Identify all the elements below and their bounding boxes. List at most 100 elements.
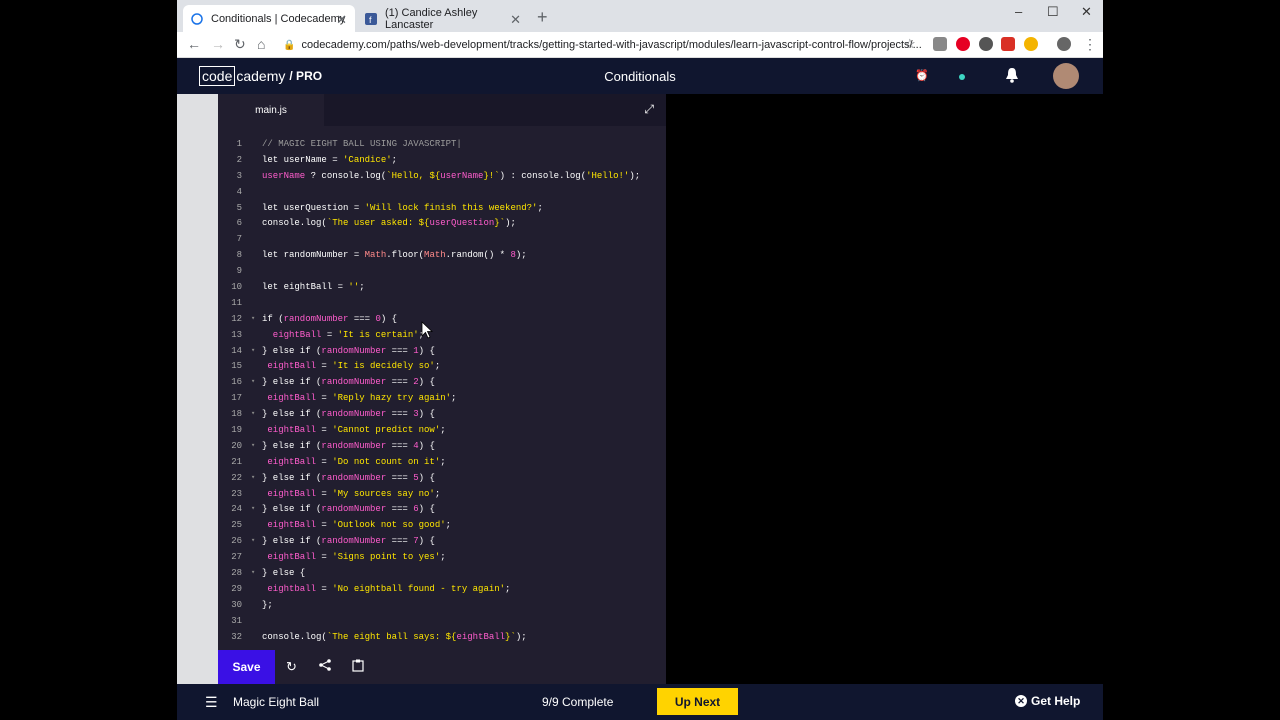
menu-icon[interactable]: ☰ xyxy=(205,694,218,711)
home-icon[interactable]: ⌂ xyxy=(257,36,265,52)
copy-to-clipboard-icon[interactable] xyxy=(352,659,364,675)
save-button[interactable]: Save xyxy=(218,650,275,684)
notification-bell-icon[interactable] xyxy=(1005,67,1019,88)
code-line[interactable]: 26 ▾} else if (randomNumber === 7) { xyxy=(218,534,666,550)
code-line[interactable]: 30}; xyxy=(218,598,666,614)
extension-icon[interactable] xyxy=(979,37,993,51)
code-token: = xyxy=(332,282,349,293)
close-window-icon[interactable]: ✕ xyxy=(1081,4,1092,20)
code-line[interactable]: 22 ▾} else if (randomNumber === 5) { xyxy=(218,471,666,487)
code-line[interactable]: 29 eightball = 'No eightball found - try… xyxy=(218,582,666,598)
reload-icon[interactable]: ↻ xyxy=(234,36,246,53)
code-token: eightball xyxy=(262,583,317,594)
tab-conditionals[interactable]: Conditionals | Codecademy ✕ xyxy=(183,5,355,32)
fold-arrow-icon[interactable]: ▾ xyxy=(251,502,255,518)
fold-arrow-icon[interactable]: ▾ xyxy=(251,344,255,360)
line-number: 18 xyxy=(231,409,242,420)
code-line[interactable]: 12 ▾ if (randomNumber === 0) { xyxy=(218,312,666,328)
share-icon[interactable] xyxy=(319,659,331,674)
code-line[interactable]: 15 eightBall = 'It is decidely so'; xyxy=(218,359,666,375)
menu-dots-icon[interactable]: ⋮ xyxy=(1083,36,1097,53)
code-line[interactable]: 23 eightBall = 'My sources say no'; xyxy=(218,487,666,503)
up-next-button[interactable]: Up Next xyxy=(657,688,738,715)
extension-icon[interactable] xyxy=(933,37,947,51)
close-tab-icon[interactable]: ✕ xyxy=(510,12,521,28)
code-token: 'Cannot predict now' xyxy=(332,425,441,436)
code-token: userName xyxy=(440,170,484,181)
code-line[interactable]: 3 userName ? console.log(`Hello, ${userNa… xyxy=(218,169,666,185)
code-line[interactable]: 8 let randomNumber = Math.floor(Math.rand… xyxy=(218,248,666,264)
code-text: } else if (randomNumber === 2) { xyxy=(262,375,435,391)
code-line[interactable]: 13 eightBall = 'It is certain'; xyxy=(218,328,666,344)
extension-icon[interactable] xyxy=(1024,37,1038,51)
instructions-panel-collapsed[interactable] xyxy=(177,94,218,684)
code-line[interactable]: 6 console.log(`The user asked: ${userQues… xyxy=(218,216,666,232)
address-bar[interactable]: 🔒 codecademy.com/paths/web-development/t… xyxy=(277,35,1037,55)
bookmark-star-icon[interactable]: ☆ xyxy=(904,36,916,52)
expand-icon[interactable]: ⤢ xyxy=(644,102,654,117)
code-text: eightBall = 'It is certain'; xyxy=(262,328,424,344)
code-line[interactable]: 4 xyxy=(218,185,666,201)
code-line[interactable]: 28 ▾} else { xyxy=(218,566,666,582)
fold-arrow-icon[interactable]: ▾ xyxy=(251,566,255,582)
forward-icon[interactable]: → xyxy=(211,36,225,52)
alarm-icon[interactable]: ⏰ xyxy=(915,69,929,82)
back-icon[interactable]: ← xyxy=(187,36,201,52)
fold-arrow-icon[interactable]: ▾ xyxy=(251,534,255,550)
fold-arrow-icon[interactable]: ▾ xyxy=(251,439,255,455)
code-token: === xyxy=(386,440,414,451)
tab-facebook[interactable]: f (1) Candice Ashley Lancaster ✕ xyxy=(357,5,529,32)
code-editor[interactable]: main.js ⤢ 1 // MAGIC EIGHT BALL USING JAV… xyxy=(218,94,666,684)
code-token: ) { xyxy=(418,440,435,451)
pinterest-icon[interactable] xyxy=(956,37,970,51)
code-line[interactable]: 31 xyxy=(218,614,666,630)
code-token: }; xyxy=(262,599,273,610)
file-tab-main-js[interactable]: main.js xyxy=(218,94,324,126)
fold-arrow-icon[interactable]: ▾ xyxy=(251,375,255,391)
line-number: 24 xyxy=(231,504,242,515)
extension-icon[interactable] xyxy=(1001,37,1015,51)
code-line[interactable]: 5 let userQuestion = 'Will lock finish th… xyxy=(218,201,666,217)
code-token: 'My sources say no' xyxy=(332,488,435,499)
reset-icon[interactable]: ↻ xyxy=(286,659,297,675)
close-tab-icon[interactable]: ✕ xyxy=(336,12,347,28)
code-line[interactable]: 7 xyxy=(218,232,666,248)
profile-icon[interactable] xyxy=(1057,37,1071,51)
code-line[interactable]: 10 let eightBall = ''; xyxy=(218,280,666,296)
code-line[interactable]: 1 // MAGIC EIGHT BALL USING JAVASCRIPT| xyxy=(218,137,666,153)
minimize-icon[interactable]: – xyxy=(1015,4,1022,19)
code-line[interactable]: 25 eightBall = 'Outlook not so good'; xyxy=(218,518,666,534)
code-line[interactable]: 21 eightBall = 'Do not count on it'; xyxy=(218,455,666,471)
code-line[interactable]: 27 eightBall = 'Signs point to yes'; xyxy=(218,550,666,566)
fold-arrow-icon[interactable]: ▾ xyxy=(251,471,255,487)
code-area[interactable]: 1 // MAGIC EIGHT BALL USING JAVASCRIPT| 2 l… xyxy=(218,137,666,646)
maximize-icon[interactable]: ☐ xyxy=(1047,4,1059,20)
editor-footer: Save ↻ xyxy=(218,650,666,684)
code-line[interactable]: 32 console.log(`The eight ball says: ${ei… xyxy=(218,630,666,646)
code-line[interactable]: 24 ▾} else if (randomNumber === 6) { xyxy=(218,502,666,518)
code-line[interactable]: 14 ▾} else if (randomNumber === 1) { xyxy=(218,344,666,360)
code-token: `The user asked: ${ xyxy=(326,218,430,229)
avatar[interactable] xyxy=(1053,63,1079,89)
line-number: 11 xyxy=(231,297,242,308)
new-tab-icon[interactable]: + xyxy=(537,7,548,28)
line-number: 21 xyxy=(231,456,242,467)
code-text: let randomNumber = Math.floor(Math.rando… xyxy=(262,248,527,264)
fold-arrow-icon[interactable]: ▾ xyxy=(251,312,255,328)
code-line[interactable]: 18 ▾} else if (randomNumber === 3) { xyxy=(218,407,666,423)
code-token: ) { xyxy=(418,377,435,388)
code-line[interactable]: 17 eightBall = 'Reply hazy try again'; xyxy=(218,391,666,407)
code-line[interactable]: 2 let userName = 'Candice'; xyxy=(218,153,666,169)
fold-arrow-icon[interactable]: ▾ xyxy=(251,407,255,423)
code-line[interactable]: 20 ▾} else if (randomNumber === 4) { xyxy=(218,439,666,455)
line-number: 7 xyxy=(236,234,242,245)
code-line[interactable]: 9 xyxy=(218,264,666,280)
line-number: 1 xyxy=(236,139,242,149)
code-line[interactable]: 19 eightBall = 'Cannot predict now'; xyxy=(218,423,666,439)
code-line[interactable]: 11 xyxy=(218,296,666,312)
get-help-button[interactable]: ✕ Get Help xyxy=(1015,694,1080,708)
code-token: eightBall xyxy=(262,488,317,499)
code-text: } else if (randomNumber === 5) { xyxy=(262,471,435,487)
code-line[interactable]: 16 ▾} else if (randomNumber === 2) { xyxy=(218,375,666,391)
code-token: 'It is decidely so' xyxy=(332,361,435,372)
